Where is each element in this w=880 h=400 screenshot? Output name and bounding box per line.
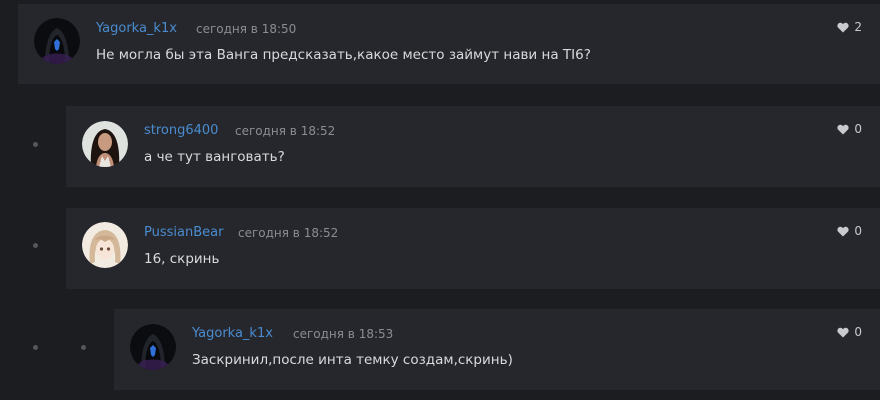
- anime-girl-avatar-icon: [82, 222, 128, 268]
- user-avatar[interactable]: [130, 324, 176, 370]
- comment-timestamp: сегодня в 18:53: [293, 327, 394, 341]
- like-count: 2: [854, 20, 862, 34]
- heart-icon: [837, 22, 849, 32]
- hooded-figure-avatar-icon: [34, 18, 80, 64]
- like-count: 0: [854, 122, 862, 136]
- like-count: 0: [854, 224, 862, 238]
- heart-icon: [837, 327, 849, 337]
- comment-author[interactable]: Yagorka_k1x: [192, 326, 273, 341]
- user-avatar[interactable]: [82, 222, 128, 268]
- comment-item: strong6400 сегодня в 18:52 а че тут ванг…: [66, 106, 880, 187]
- comment-item: PussianBear сегодня в 18:52 16, скринь 0: [66, 208, 880, 289]
- comment-item: Yagorka_k1x сегодня в 18:50 Не могла бы …: [18, 4, 880, 84]
- thread-dot: [81, 345, 86, 350]
- comment-timestamp: сегодня в 18:52: [238, 226, 339, 240]
- heart-icon: [837, 226, 849, 236]
- comments-page: Yagorka_k1x сегодня в 18:50 Не могла бы …: [0, 0, 880, 400]
- thread-dot: [33, 142, 38, 147]
- woman-portrait-avatar-icon: [82, 121, 128, 167]
- comment-timestamp: сегодня в 18:50: [196, 22, 297, 36]
- like-button[interactable]: 0: [837, 224, 862, 238]
- heart-icon: [837, 124, 849, 134]
- user-avatar[interactable]: [34, 18, 80, 64]
- thread-dot: [33, 243, 38, 248]
- user-avatar[interactable]: [82, 121, 128, 167]
- comment-item: Yagorka_k1x сегодня в 18:53 Заскринил,по…: [114, 309, 880, 390]
- comment-text: Не могла бы эта Ванга предсказать,какое …: [96, 47, 591, 63]
- comment-author[interactable]: PussianBear: [144, 225, 223, 240]
- comment-text: Заскринил,после инта темку создам,скринь…: [192, 352, 513, 368]
- comment-author[interactable]: Yagorka_k1x: [96, 21, 177, 36]
- like-button[interactable]: 2: [837, 20, 862, 34]
- like-button[interactable]: 0: [837, 325, 862, 339]
- thread-dot: [33, 345, 38, 350]
- comment-timestamp: сегодня в 18:52: [235, 124, 336, 138]
- like-button[interactable]: 0: [837, 122, 862, 136]
- comment-text: 16, скринь: [144, 251, 220, 267]
- hooded-figure-avatar-icon: [130, 324, 176, 370]
- like-count: 0: [854, 325, 862, 339]
- comment-author[interactable]: strong6400: [144, 123, 218, 138]
- comment-text: а че тут ванговать?: [144, 149, 285, 165]
